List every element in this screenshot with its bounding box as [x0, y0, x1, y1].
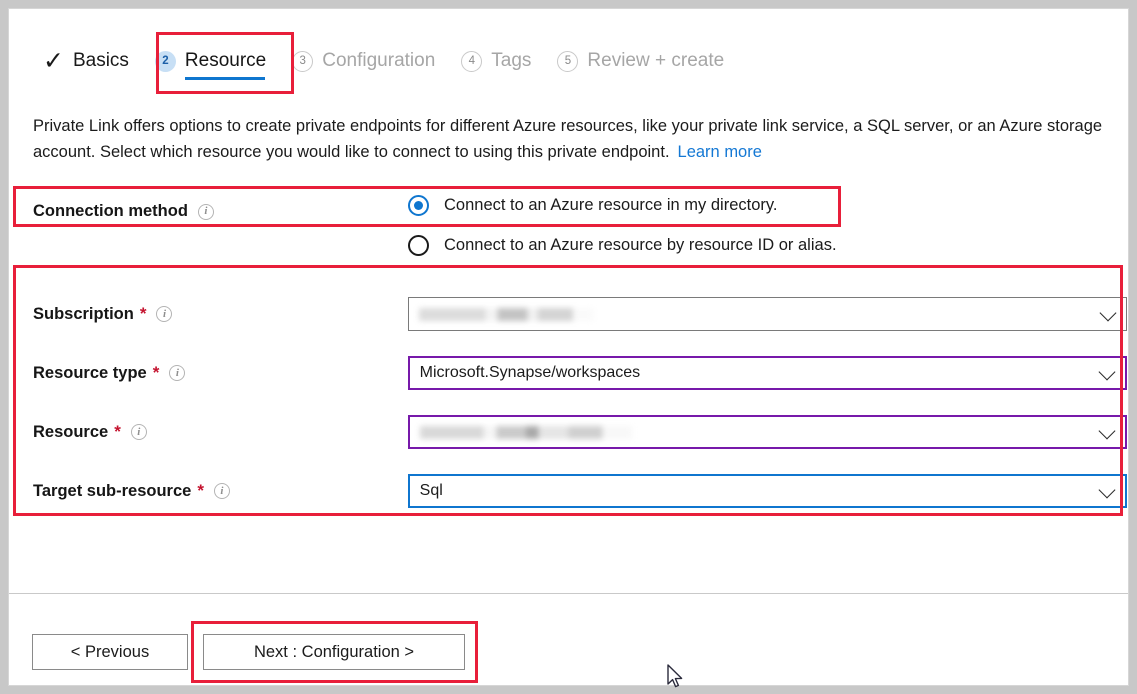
connection-method-label: Connection method i [33, 202, 214, 221]
field-resource-type-label-text: Resource type [33, 364, 147, 383]
resource-dropdown[interactable] [408, 415, 1127, 449]
previous-button[interactable]: < Previous [32, 634, 188, 670]
tab-tags[interactable]: 4 Tags [461, 37, 531, 85]
tab-basics[interactable]: ✓ Basics [43, 37, 129, 85]
redacted-value [419, 308, 594, 321]
chevron-down-icon [1099, 482, 1116, 499]
chevron-down-icon [1100, 305, 1117, 322]
check-icon: ✓ [43, 49, 64, 74]
tab-review-create-label: Review + create [587, 50, 724, 72]
footer-divider [9, 593, 1128, 594]
radio-selected-icon[interactable] [408, 195, 429, 216]
next-configuration-button[interactable]: Next : Configuration > [203, 634, 465, 670]
radio-connect-directory[interactable]: Connect to an Azure resource in my direc… [408, 195, 778, 216]
subscription-dropdown[interactable] [408, 297, 1127, 331]
tab-review-create[interactable]: 5 Review + create [557, 37, 724, 85]
redacted-value [420, 426, 632, 439]
tab-configuration-label: Configuration [322, 50, 435, 72]
field-resource: Resource * i [33, 415, 1127, 449]
target-sub-resource-value: Sql [420, 482, 443, 500]
step-number-badge: 4 [461, 51, 482, 72]
field-subscription-label: Subscription * i [33, 304, 408, 324]
learn-more-link[interactable]: Learn more [678, 143, 762, 161]
tab-tags-label: Tags [491, 50, 531, 72]
radio-connect-directory-label: Connect to an Azure resource in my direc… [444, 196, 778, 215]
chevron-down-icon [1099, 364, 1116, 381]
private-endpoint-wizard: ✓ Basics 2 Resource 3 Configuration 4 Ta… [8, 8, 1129, 686]
step-number-badge: 3 [292, 51, 313, 72]
tab-configuration[interactable]: 3 Configuration [292, 37, 435, 85]
radio-connect-resource-id-label: Connect to an Azure resource by resource… [444, 236, 837, 255]
wizard-tab-strip: ✓ Basics 2 Resource 3 Configuration 4 Ta… [9, 37, 750, 85]
field-subscription: Subscription * i [33, 297, 1127, 331]
radio-connect-resource-id[interactable]: Connect to an Azure resource by resource… [408, 235, 837, 256]
step-number-badge: 5 [557, 51, 578, 72]
target-sub-resource-dropdown[interactable]: Sql [408, 474, 1127, 508]
field-resource-type-label: Resource type * i [33, 363, 408, 383]
info-icon[interactable]: i [156, 306, 172, 322]
info-icon[interactable]: i [131, 424, 147, 440]
required-asterisk: * [114, 422, 121, 442]
field-target-sub-resource: Target sub-resource * i Sql [33, 474, 1127, 508]
required-asterisk: * [197, 481, 204, 501]
intro-text: Private Link offers options to create pr… [33, 117, 1102, 161]
info-icon[interactable]: i [169, 365, 185, 381]
step-number-badge: 2 [155, 51, 176, 72]
required-asterisk: * [153, 363, 160, 383]
field-resource-label-text: Resource [33, 423, 108, 442]
tab-resource[interactable]: 2 Resource [155, 37, 266, 85]
intro-description: Private Link offers options to create pr… [33, 113, 1115, 165]
resource-type-dropdown[interactable]: Microsoft.Synapse/workspaces [408, 356, 1127, 390]
field-target-sub-resource-label: Target sub-resource * i [33, 481, 408, 501]
chevron-down-icon [1099, 423, 1116, 440]
connection-method-label-text: Connection method [33, 202, 188, 221]
info-icon[interactable]: i [214, 483, 230, 499]
field-resource-label: Resource * i [33, 422, 408, 442]
radio-unselected-icon[interactable] [408, 235, 429, 256]
active-tab-underline [185, 77, 265, 80]
tab-basics-label: Basics [73, 50, 129, 72]
field-target-sub-resource-label-text: Target sub-resource [33, 482, 191, 501]
tab-resource-label: Resource [185, 50, 266, 72]
field-subscription-label-text: Subscription [33, 305, 134, 324]
field-resource-type: Resource type * i Microsoft.Synapse/work… [33, 356, 1127, 390]
resource-type-value: Microsoft.Synapse/workspaces [420, 364, 641, 382]
mouse-cursor [666, 664, 686, 692]
required-asterisk: * [140, 304, 147, 324]
info-icon[interactable]: i [198, 204, 214, 220]
